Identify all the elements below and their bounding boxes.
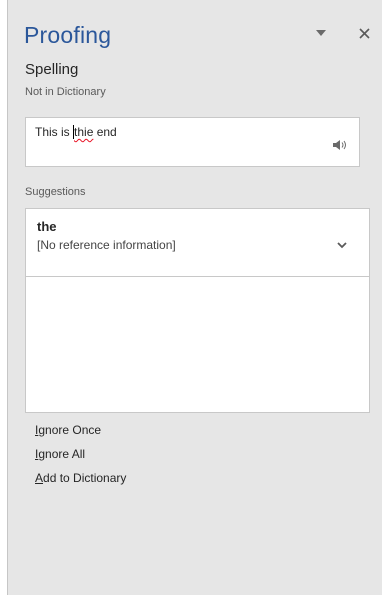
misspelled-word[interactable]: thie — [74, 125, 93, 139]
context-after: end — [93, 125, 117, 139]
chevron-down-icon — [316, 30, 326, 36]
pane-title: Proofing — [24, 22, 112, 48]
close-icon — [358, 27, 370, 39]
add-to-dictionary-mnemonic: A — [35, 471, 44, 485]
add-to-dictionary-button[interactable]: Add to Dictionary — [35, 471, 126, 487]
suggestions-label: Suggestions — [25, 186, 86, 198]
add-to-dictionary-label: dd to Dictionary — [43, 471, 127, 485]
ignore-once-label: gnore Once — [38, 423, 102, 437]
close-button[interactable] — [355, 24, 373, 42]
suggestions-list[interactable]: the [No reference information] — [25, 208, 370, 413]
suggestion-info: [No reference information] — [37, 238, 176, 252]
spelling-heading: Spelling — [25, 61, 79, 78]
context-text: This is thie end — [35, 125, 117, 139]
context-text-box[interactable]: This is thie end — [25, 117, 360, 167]
ignore-all-label: gnore All — [38, 447, 86, 461]
suggestion-word: the — [37, 219, 57, 234]
chevron-down-icon — [337, 242, 347, 249]
suggestion-item[interactable]: the [No reference information] — [26, 209, 369, 277]
proofing-pane: Proofing Spelling Not in Dictionary This… — [7, 0, 382, 595]
spelling-status: Not in Dictionary — [25, 86, 106, 98]
ignore-once-button[interactable]: Ignore Once — [35, 423, 126, 439]
context-before: This is — [35, 125, 74, 139]
spelling-actions: Ignore Once Ignore All Add to Dictionary — [35, 423, 126, 495]
speaker-button[interactable] — [332, 138, 348, 152]
suggestion-expand-button[interactable] — [337, 236, 349, 249]
ignore-all-button[interactable]: Ignore All — [35, 447, 126, 463]
pane-options-button[interactable] — [313, 26, 329, 40]
speaker-icon — [333, 140, 346, 150]
